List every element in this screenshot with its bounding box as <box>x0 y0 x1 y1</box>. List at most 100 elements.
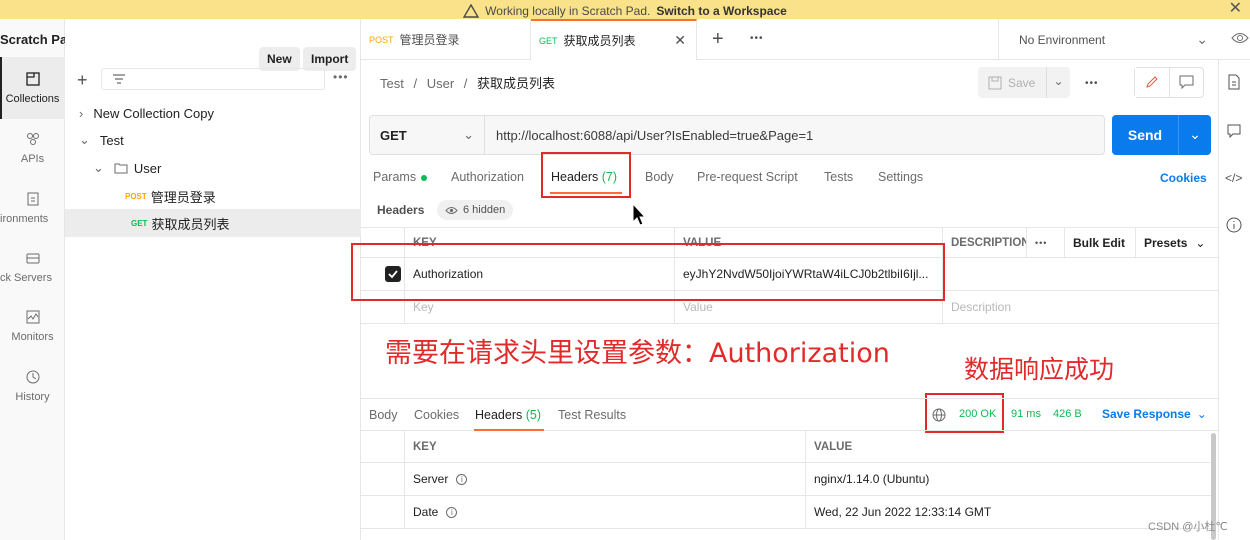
nav-environments[interactable]: ironments <box>0 191 65 241</box>
app-nav: Collections APIs ironments ck Servers Mo… <box>0 19 65 540</box>
tab-test-results[interactable]: Test Results <box>558 408 626 422</box>
filter-icon <box>113 74 125 84</box>
tab-body[interactable]: Body <box>645 170 674 184</box>
code-icon[interactable]: </> <box>1225 171 1243 189</box>
info-icon[interactable]: i <box>446 506 458 518</box>
environments-icon <box>27 192 38 206</box>
bulk-edit-button[interactable]: Bulk Edit <box>1065 228 1136 257</box>
nav-apis[interactable]: APIs <box>0 131 65 181</box>
response-bar: Body Cookies Headers (5) Test Results 20… <box>361 398 1218 431</box>
nav-label: History <box>15 391 50 403</box>
tab-response-cookies[interactable]: Cookies <box>414 408 459 422</box>
collections-icon <box>25 72 40 86</box>
tab-response-headers[interactable]: Headers (5) <box>475 408 541 422</box>
tab-label: 管理员登录 <box>399 33 460 47</box>
send-button[interactable]: Send ⌄ <box>1112 115 1211 155</box>
method-badge: GET <box>131 218 148 228</box>
tab-authorization[interactable]: Authorization <box>451 170 524 184</box>
active-indicator <box>0 57 2 119</box>
tab-params[interactable]: Params <box>373 170 428 184</box>
tree-item-collection[interactable]: › New Collection Copy <box>65 99 361 127</box>
method-select[interactable]: GET ⌄ <box>370 116 485 154</box>
tab-response-body[interactable]: Body <box>369 408 398 422</box>
presets-dropdown[interactable]: Presets ⌄ <box>1136 228 1218 257</box>
chevron-down-icon: ⌄ <box>463 127 474 142</box>
nav-history[interactable]: History <box>0 369 65 419</box>
tree-item-folder[interactable]: ⌄ User <box>65 154 361 182</box>
more-icon[interactable]: ••• <box>1027 228 1065 257</box>
collections-sidebar: New Import + ••• › New Collection Copy ⌄… <box>65 19 361 540</box>
comment-icon[interactable] <box>1179 75 1194 89</box>
add-icon[interactable]: + <box>77 70 88 91</box>
info-icon[interactable] <box>1225 216 1243 234</box>
chevron-right-icon: › <box>79 105 84 121</box>
save-button[interactable]: Save ⌄ <box>978 67 1070 98</box>
breadcrumb-current[interactable]: 获取成员列表 <box>477 76 555 91</box>
info-icon[interactable]: i <box>456 473 468 485</box>
warning-icon <box>463 4 480 18</box>
response-header-value: nginx/1.14.0 (Ubuntu) <box>814 472 930 486</box>
chevron-down-icon[interactable]: ⌄ <box>1178 115 1211 155</box>
close-icon[interactable]: ✕ <box>1229 0 1242 18</box>
tab-settings[interactable]: Settings <box>878 170 923 184</box>
chevron-down-icon: ⌄ <box>93 160 104 175</box>
comments-icon[interactable] <box>1225 122 1243 140</box>
tree-item-collection[interactable]: ⌄ Test <box>65 126 361 154</box>
hidden-headers-toggle[interactable]: 6 hidden <box>437 200 514 220</box>
response-size[interactable]: 426 B <box>1053 408 1082 420</box>
more-icon[interactable]: ••• <box>750 33 764 44</box>
apis-icon <box>26 133 39 145</box>
tree-label: New Collection Copy <box>93 105 215 121</box>
environment-select[interactable]: No Environment ⌄ <box>998 19 1222 60</box>
pencil-icon <box>1146 76 1158 88</box>
save-label: Save <box>1008 75 1036 90</box>
add-tab-icon[interactable]: + <box>712 28 724 51</box>
method-badge: POST <box>369 34 394 45</box>
tree-item-request[interactable]: GET 获取成员列表 <box>65 209 361 237</box>
folder-icon <box>114 163 128 174</box>
description-placeholder[interactable]: Description <box>943 291 1218 323</box>
nav-collections[interactable]: Collections <box>0 57 65 119</box>
response-status[interactable]: 200 OK <box>959 408 996 420</box>
url-input[interactable]: http://localhost:6088/api/User?IsEnabled… <box>485 128 813 143</box>
annotation-text: 需要在请求头里设置参数：Authorization <box>385 338 890 369</box>
nav-label: ck Servers <box>0 272 52 284</box>
switch-workspace-link[interactable]: Switch to a Workspace <box>656 4 786 18</box>
tab-prerequest-script[interactable]: Pre-request Script <box>697 170 798 184</box>
filter-input[interactable] <box>101 68 325 90</box>
breadcrumb-item[interactable]: User <box>427 76 454 91</box>
save-response-button[interactable]: Save Response ⌄ <box>1102 407 1207 421</box>
tab-request-active[interactable]: GET 获取成员列表 ✕ <box>531 19 697 60</box>
more-icon[interactable]: ••• <box>333 70 349 84</box>
method-badge: POST <box>125 191 147 201</box>
tab-label: 获取成员列表 <box>563 34 636 48</box>
globe-icon[interactable] <box>932 408 946 422</box>
edit-mode-button[interactable] <box>1135 68 1170 97</box>
response-time[interactable]: 91 ms <box>1011 408 1041 420</box>
view-toggle <box>1134 67 1204 98</box>
tab-request[interactable]: POST 管理员登录 <box>361 19 531 60</box>
nav-monitors[interactable]: Monitors <box>0 309 65 359</box>
chevron-down-icon[interactable]: ⌄ <box>1046 67 1070 98</box>
close-tab-icon[interactable]: ✕ <box>674 32 686 49</box>
header-description-input[interactable] <box>943 258 1218 290</box>
nav-label: APIs <box>20 153 45 165</box>
status-dot <box>421 174 428 181</box>
breadcrumb-item[interactable]: Test <box>380 76 404 91</box>
annotation-text: 数据响应成功 <box>964 355 1115 384</box>
documentation-icon[interactable] <box>1225 73 1243 91</box>
tree-label: Test <box>99 132 124 148</box>
more-icon[interactable]: ••• <box>1085 78 1099 89</box>
chevron-down-icon: ⌄ <box>1195 235 1206 250</box>
col-value: VALUE <box>814 440 853 453</box>
tree-item-request[interactable]: POST 管理员登录 <box>65 182 361 210</box>
eye-icon <box>445 206 458 214</box>
response-header-key: Date i <box>405 496 806 528</box>
chevron-down-icon: ⌄ <box>1196 31 1208 47</box>
cookies-link[interactable]: Cookies <box>1160 171 1207 185</box>
tree-label: 获取成员列表 <box>151 216 230 232</box>
eye-icon[interactable] <box>1231 31 1249 45</box>
nav-mock-servers[interactable]: ck Servers <box>0 250 65 300</box>
monitors-icon <box>26 310 39 324</box>
tab-tests[interactable]: Tests <box>824 170 853 184</box>
